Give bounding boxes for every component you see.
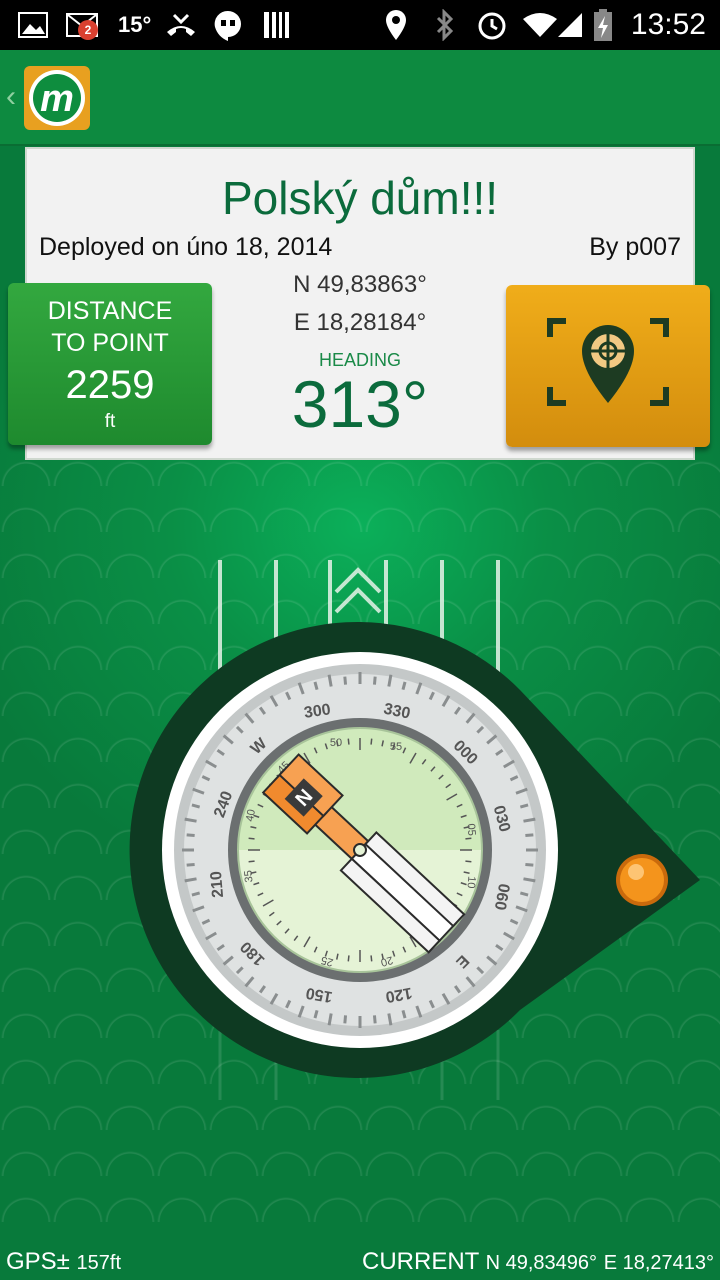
gallery-icon <box>18 0 48 50</box>
outer-tick <box>523 817 536 823</box>
distance-unit: ft <box>104 411 116 432</box>
current-longitude: E 18,27413° <box>603 1252 714 1274</box>
distance-label-line1: DISTANCE <box>47 297 173 325</box>
outer-tick <box>525 862 534 867</box>
signal-icon <box>556 0 584 50</box>
logo-icon: m <box>29 70 85 126</box>
outer-tick <box>191 891 201 897</box>
footer-bar: GPS± 157ft CURRENT N 49,83496° E 18,2741… <box>0 1240 720 1280</box>
outer-tick <box>184 877 197 883</box>
distance-value: 2259 <box>65 363 155 407</box>
inner-tick <box>370 738 373 745</box>
outer-tick <box>372 676 377 685</box>
outer-tick <box>184 817 197 823</box>
outer-tick <box>327 674 333 687</box>
hangouts-icon <box>212 0 244 50</box>
outer-tick <box>191 803 201 809</box>
missed-call-icon <box>164 0 198 50</box>
bluetooth-icon <box>434 0 456 50</box>
inner-label-10: 10 <box>464 876 477 889</box>
outer-tick <box>313 681 319 691</box>
outer-tick <box>525 833 534 838</box>
owner-label: By p007 <box>589 233 681 261</box>
compass: 300 330 000 030 060 120 150 180 210 240 … <box>129 560 700 1100</box>
gps-value: 157ft <box>76 1252 122 1274</box>
distance-panel: DISTANCE TO POINT 2259 ft <box>8 283 212 445</box>
outer-tick <box>387 674 393 687</box>
status-bar: 2 15° 13:52 <box>0 0 720 50</box>
inner-tick <box>248 860 255 863</box>
deployed-date: Deployed on úno 18, 2014 <box>39 233 333 261</box>
inner-tick <box>248 837 255 840</box>
inner-tick <box>347 738 350 745</box>
gps-label: GPS± <box>6 1248 70 1275</box>
app-bar: ‹ m <box>0 50 720 146</box>
back-arrow-icon[interactable]: ‹ <box>6 80 16 114</box>
clock: 13:52 <box>630 8 706 41</box>
outer-tick <box>372 1015 377 1024</box>
dial-label-210: 210 <box>208 870 227 898</box>
locate-target-button[interactable] <box>506 285 710 447</box>
location-icon <box>384 0 408 50</box>
outer-tick <box>343 676 348 685</box>
outer-tick <box>387 1013 393 1026</box>
gps-accuracy: GPS± 157ft <box>6 1248 121 1276</box>
inner-label-40: 40 <box>244 808 258 822</box>
app-logo[interactable]: m <box>24 66 90 130</box>
inner-label-35: 35 <box>243 870 256 883</box>
current-latitude: N 49,83496° <box>485 1252 598 1274</box>
battery-icon <box>592 0 614 50</box>
inner-label-55: 55 <box>390 741 402 753</box>
inner-label-05: 05 <box>464 823 477 836</box>
current-label: CURRENT <box>362 1248 479 1275</box>
outer-tick <box>519 803 529 809</box>
outer-tick <box>186 862 195 867</box>
wifi-icon <box>522 0 558 50</box>
inner-tick <box>347 955 350 962</box>
notification-badge: 2 <box>78 20 98 40</box>
outer-tick <box>523 877 536 883</box>
inner-label-50: 50 <box>330 737 342 749</box>
outer-tick <box>401 1009 407 1019</box>
target-location-icon <box>547 318 669 406</box>
outer-tick <box>327 1013 333 1026</box>
cache-title: Polský dům!!! <box>221 172 499 224</box>
inner-tick <box>465 837 472 840</box>
outer-tick <box>401 681 407 691</box>
distance-label-line2: TO POINT <box>51 329 169 357</box>
outer-tick <box>343 1015 348 1024</box>
orange-knob[interactable] <box>616 854 668 906</box>
inner-tick <box>465 860 472 863</box>
outer-tick <box>186 833 195 838</box>
outer-tick <box>313 1009 319 1019</box>
current-position: CURRENT N 49,83496° E 18,27413° <box>362 1248 714 1276</box>
inner-tick <box>370 955 373 962</box>
temperature: 15° <box>118 12 152 37</box>
logo-letter: m <box>40 78 74 120</box>
barcode-icon <box>262 0 290 50</box>
outer-tick <box>519 891 529 897</box>
chevron-up-icon <box>334 567 382 614</box>
alarm-icon <box>476 0 508 50</box>
